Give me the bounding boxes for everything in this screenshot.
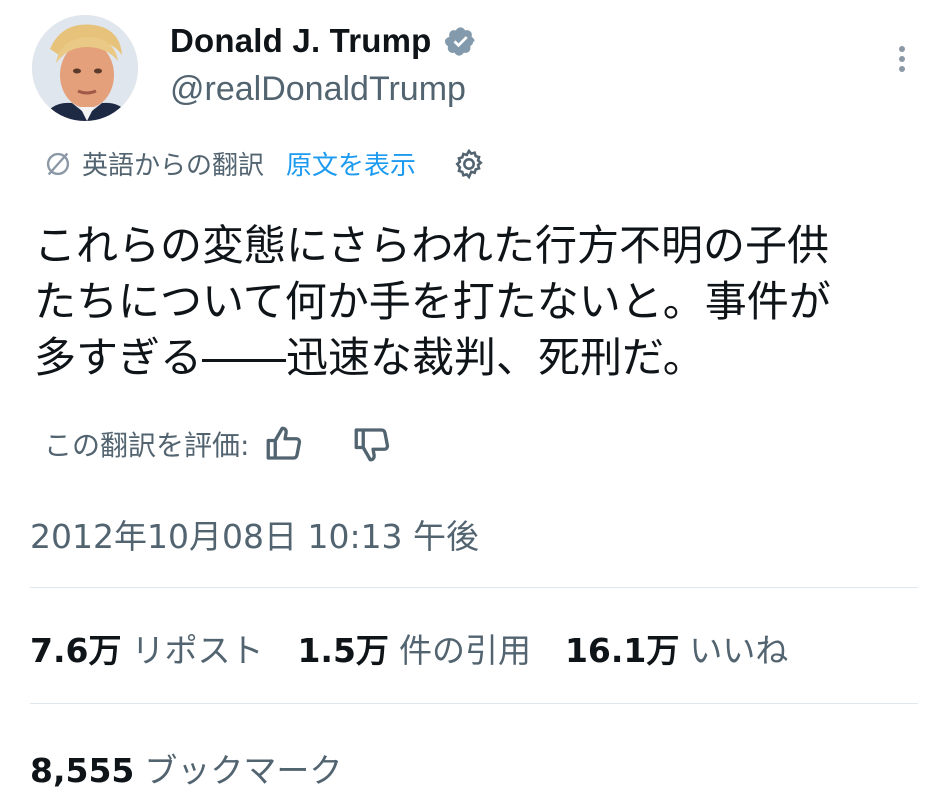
reposts-label: リポスト: [131, 631, 264, 670]
tweet-line: これらの変態にさらわれた行方不明の子供: [34, 221, 830, 270]
avatar[interactable]: [32, 15, 138, 121]
translate-icon: [46, 152, 70, 175]
divider: [30, 703, 918, 704]
bookmarks-label: ブックマーク: [144, 751, 343, 790]
reposts-count: 7.6万: [30, 631, 122, 670]
translation-bar: 英語からの翻訳 原文を表示: [44, 145, 486, 182]
show-original-link[interactable]: 原文を表示: [286, 145, 416, 182]
bookmarks-count: 8,555: [30, 751, 135, 790]
author-handle[interactable]: @realDonaldTrump: [170, 70, 466, 109]
rate-translation-row: この翻訳を評価:: [44, 423, 393, 465]
tweet-line: 多すぎる――迅速な裁判、死刑だ。: [34, 333, 705, 382]
more-dot: [899, 56, 905, 62]
more-dot: [899, 46, 905, 52]
quotes-count: 1.5万: [297, 631, 389, 670]
quotes-stat[interactable]: 1.5万 件の引用: [297, 624, 530, 672]
engagement-stats: 7.6万 リポスト 1.5万 件の引用 16.1万 いいね: [30, 624, 822, 672]
tweet-line: たちについて何か手を打たないと。事件が: [34, 277, 831, 326]
verified-badge-icon: [444, 26, 475, 56]
more-dot: [899, 66, 905, 72]
gear-icon[interactable]: [452, 147, 486, 181]
likes-label: いいね: [689, 631, 789, 670]
more-options-icon[interactable]: [894, 42, 910, 78]
thumbs-up-icon[interactable]: [263, 423, 305, 465]
likes-count: 16.1万: [564, 631, 680, 670]
likes-stat[interactable]: 16.1万 いいね: [565, 624, 788, 672]
bookmarks-stat[interactable]: 8,555 ブックマーク: [30, 744, 342, 792]
author-name-row[interactable]: Donald J. Trump: [170, 22, 477, 60]
author-display-name[interactable]: Donald J. Trump: [170, 22, 432, 60]
tweet-timestamp[interactable]: 2012年10月08日 10:13 午後: [30, 510, 479, 558]
rate-translation-label: この翻訳を評価:: [44, 429, 250, 462]
thumbs-down-icon[interactable]: [351, 423, 393, 465]
quotes-label: 件の引用: [398, 631, 531, 670]
tweet-text: これらの変態にさらわれた行方不明の子供 たちについて何か手を打たないと。事件が …: [34, 218, 914, 386]
translation-label: 英語からの翻訳: [82, 151, 265, 181]
reposts-stat[interactable]: 7.6万 リポスト: [30, 624, 263, 672]
avatar-portrait-icon: [32, 15, 138, 121]
divider: [30, 587, 918, 588]
